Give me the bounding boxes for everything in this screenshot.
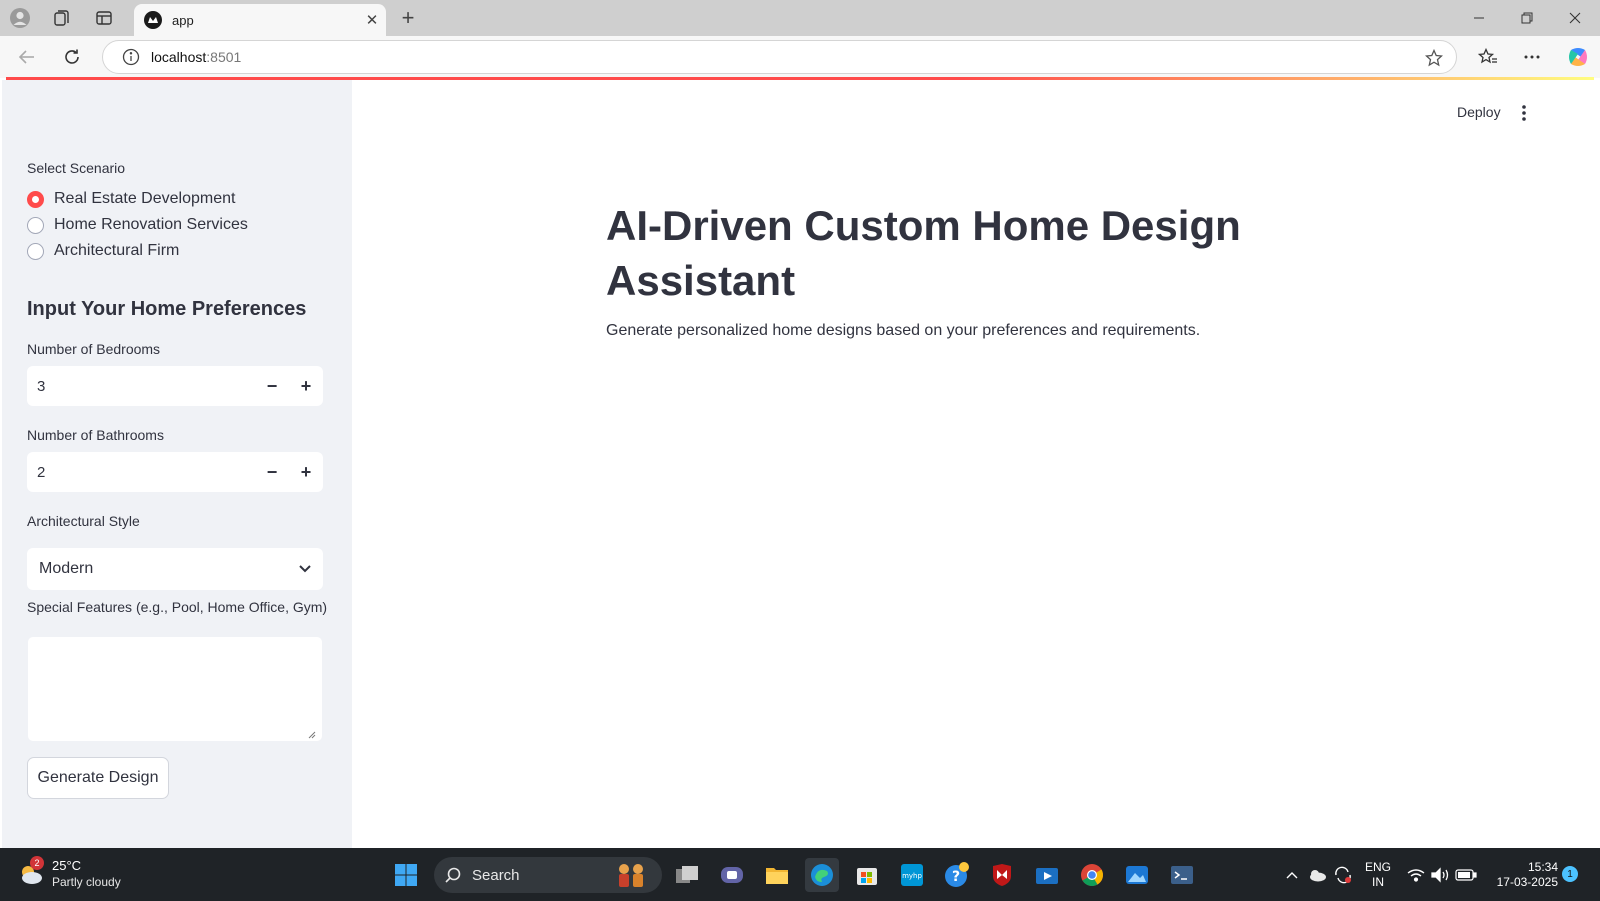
help-icon[interactable]: ? — [940, 858, 974, 892]
style-label: Architectural Style — [27, 513, 140, 529]
myhp-icon[interactable]: myhp — [895, 858, 929, 892]
edge-browser-icon[interactable] — [805, 858, 839, 892]
language-indicator[interactable]: ENG IN — [1365, 860, 1391, 890]
close-window-icon[interactable] — [1552, 3, 1598, 33]
browser-tab-app[interactable]: app ✕ — [134, 4, 386, 36]
microsoft-store-icon[interactable] — [850, 858, 884, 892]
scenario-option-real-estate[interactable]: Real Estate Development — [27, 187, 235, 211]
bathrooms-label: Number of Bathrooms — [27, 427, 164, 443]
url-host: localhost — [151, 49, 207, 65]
bathrooms-stepper[interactable]: 2 − + — [27, 452, 323, 492]
reload-icon[interactable] — [57, 42, 87, 72]
svg-text:?: ? — [952, 869, 960, 885]
sync-icon[interactable] — [1326, 858, 1360, 892]
scenario-option-architectural-firm[interactable]: Architectural Firm — [27, 239, 179, 263]
sidebar: Select Scenario Real Estate Development … — [2, 80, 352, 848]
radio-unchecked[interactable] — [27, 216, 44, 234]
region-code: IN — [1372, 875, 1384, 889]
streamlit-favicon-icon — [144, 11, 162, 29]
radio-unchecked[interactable] — [27, 242, 44, 260]
favorite-star-icon[interactable] — [1422, 46, 1446, 70]
radio-label: Architectural Firm — [54, 242, 180, 259]
taskbar-search[interactable]: Search — [434, 857, 662, 893]
photos-icon[interactable] — [1120, 858, 1154, 892]
partly-cloudy-icon: 2 — [18, 856, 44, 886]
svg-text:myhp: myhp — [902, 872, 922, 880]
generate-design-button[interactable]: Generate Design — [27, 757, 169, 799]
new-tab-icon[interactable]: + — [394, 5, 422, 31]
bathrooms-increment-button[interactable]: + — [289, 452, 323, 492]
copilot-icon[interactable] — [1562, 42, 1594, 72]
radio-label: Real Estate Development — [54, 190, 236, 207]
system-clock[interactable]: 15:34 17-03-2025 — [1484, 860, 1558, 890]
search-highlight-icon — [619, 864, 643, 887]
task-view-icon[interactable] — [670, 858, 704, 892]
url-bar[interactable]: localhost:8501 — [102, 40, 1457, 74]
style-select-value: Modern — [39, 560, 94, 577]
restore-icon[interactable] — [1504, 3, 1550, 33]
battery-icon[interactable] — [1449, 858, 1483, 892]
bathrooms-input[interactable]: 2 — [27, 464, 255, 481]
radio-label: Home Renovation Services — [54, 216, 248, 233]
back-icon[interactable] — [12, 42, 42, 72]
notification-badge[interactable]: 1 — [1562, 866, 1578, 882]
search-label: Search — [472, 866, 520, 884]
scenario-label: Select Scenario — [27, 160, 126, 176]
site-info-icon[interactable] — [111, 48, 151, 66]
clock-time: 15:34 — [1527, 860, 1558, 874]
favorites-icon[interactable] — [1472, 42, 1504, 72]
tab-title: app — [172, 12, 194, 28]
chevron-down-icon[interactable] — [287, 564, 323, 574]
search-icon — [445, 867, 461, 883]
bedrooms-label: Number of Bedrooms — [27, 341, 161, 357]
deploy-button[interactable]: Deploy — [1457, 104, 1501, 120]
radio-checked[interactable] — [27, 190, 44, 208]
main-content: Deploy AI-Driven Custom Home Design Assi… — [352, 80, 1598, 848]
style-select[interactable]: Modern — [27, 548, 323, 590]
page-title: AI-Driven Custom Home Design Assistant — [606, 202, 1241, 304]
weather-temperature: 25°C — [52, 858, 82, 873]
resize-grip-icon[interactable] — [308, 731, 316, 739]
clock-date: 17-03-2025 — [1496, 875, 1558, 889]
page-description: Generate personalized home designs based… — [606, 322, 1201, 339]
file-explorer-icon[interactable] — [760, 858, 794, 892]
bedrooms-input[interactable]: 3 — [27, 378, 255, 395]
browser-tab-bar: app ✕ + — [0, 0, 1600, 36]
main-menu-icon[interactable] — [1512, 100, 1536, 126]
chrome-icon[interactable] — [1075, 858, 1109, 892]
weather-widget[interactable]: 2 25°C Partly cloudy — [18, 856, 121, 890]
url-port: :8501 — [206, 49, 242, 65]
collections-icon[interactable] — [46, 5, 78, 31]
taskbar: 2 25°C Partly cloudy Search myhp ? ENG I… — [0, 848, 1600, 901]
address-bar-row: localhost:8501 — [0, 36, 1600, 78]
minimize-icon[interactable] — [1456, 3, 1502, 33]
bedrooms-stepper[interactable]: 3 − + — [27, 366, 323, 406]
vertical-tabs-icon[interactable] — [88, 5, 120, 31]
language-code: ENG — [1365, 860, 1392, 874]
teams-chat-icon[interactable] — [715, 858, 749, 892]
mcafee-icon[interactable] — [985, 858, 1019, 892]
windows-start-icon[interactable] — [389, 858, 423, 892]
more-options-icon[interactable] — [1516, 42, 1548, 72]
profile-icon[interactable] — [4, 5, 36, 31]
tab-close-icon[interactable]: ✕ — [358, 6, 386, 34]
scenario-option-home-renovation[interactable]: Home Renovation Services — [27, 213, 248, 237]
features-label: Special Features (e.g., Pool, Home Offic… — [27, 599, 328, 615]
terminal-icon[interactable] — [1165, 858, 1199, 892]
bathrooms-decrement-button[interactable]: − — [255, 452, 289, 492]
preferences-heading: Input Your Home Preferences — [27, 298, 307, 320]
features-textarea[interactable] — [27, 636, 323, 742]
weather-condition: Partly cloudy — [52, 875, 121, 889]
bedrooms-increment-button[interactable]: + — [289, 366, 323, 406]
bedrooms-decrement-button[interactable]: − — [255, 366, 289, 406]
weather-badge: 2 — [30, 856, 44, 870]
media-player-icon[interactable] — [1030, 858, 1064, 892]
